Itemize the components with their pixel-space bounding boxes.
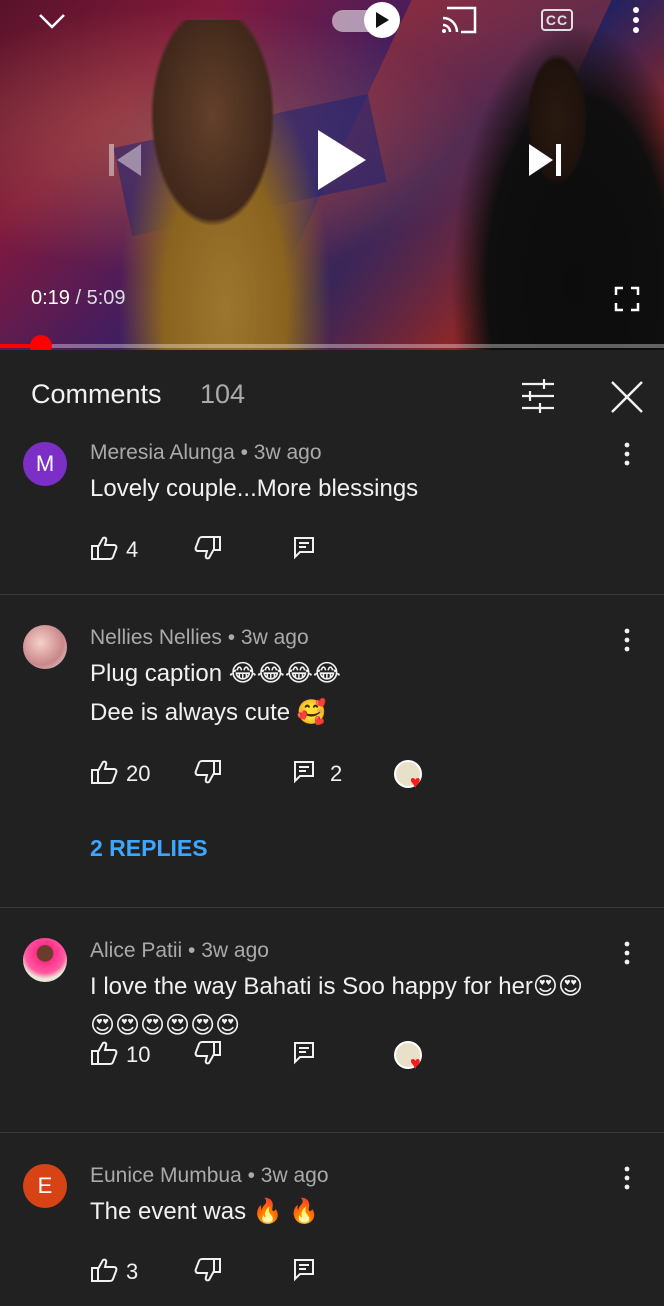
- minimize-chevron-down-icon[interactable]: [32, 4, 72, 38]
- reply-comment-icon: [292, 759, 316, 790]
- creator-heart-badge: ♥: [392, 756, 430, 792]
- comment-line: I love the way Bahati is Soo happy for h…: [90, 973, 583, 1000]
- thumbs-up-icon: [90, 1257, 118, 1288]
- meta-separator: •: [234, 441, 254, 464]
- thumbs-up-icon: [90, 535, 118, 566]
- comment-author[interactable]: Meresia Alunga: [90, 441, 235, 464]
- like-count: 20: [126, 761, 151, 786]
- comment-line: Plug caption 😂😂😂😂: [90, 660, 341, 687]
- cast-icon[interactable]: [436, 2, 482, 38]
- autoplay-toggle[interactable]: [330, 2, 400, 38]
- previous-video-icon[interactable]: [100, 138, 150, 182]
- comment-age: 3w ago: [253, 441, 322, 464]
- dislike-button[interactable]: [194, 1037, 222, 1073]
- thumbs-up-icon: [90, 1040, 118, 1071]
- comment-more-icon[interactable]: [612, 436, 642, 472]
- comment-text: I love the way Bahati is Soo happy for h…: [90, 967, 630, 1045]
- comment-line: The event was 🔥 🔥: [90, 1198, 320, 1225]
- comments-title: Comments: [31, 379, 162, 409]
- avatar-letter: E: [37, 1173, 53, 1198]
- dislike-button[interactable]: [194, 532, 222, 568]
- comment-item: E Eunice Mumbua • 3w ago The event was 🔥…: [0, 1133, 664, 1306]
- comment-author[interactable]: Eunice Mumbua: [90, 1164, 242, 1187]
- dislike-button[interactable]: [194, 756, 222, 792]
- thumbs-down-icon: [194, 535, 222, 566]
- heart-icon: ♥: [410, 1053, 421, 1073]
- play-icon[interactable]: [306, 120, 376, 200]
- avatar[interactable]: E: [23, 1164, 67, 1208]
- progress-bar[interactable]: [0, 335, 664, 357]
- comment-item: Nellies Nellies • 3w ago Plug caption 😂😂…: [0, 595, 664, 908]
- comment-meta: Nellies Nellies • 3w ago: [90, 626, 309, 650]
- view-replies-button[interactable]: 2 REPLIES: [90, 835, 208, 862]
- meta-separator: •: [221, 626, 241, 649]
- reply-button[interactable]: 2: [292, 756, 342, 792]
- like-button[interactable]: 20: [90, 756, 150, 792]
- comment-item: Alice Patii • 3w ago I love the way Baha…: [0, 908, 664, 1133]
- sort-filter-icon[interactable]: [516, 374, 560, 418]
- comment-age: 3w ago: [201, 939, 269, 962]
- comment-more-icon[interactable]: [612, 935, 642, 971]
- comment-item: M Meresia Alunga • 3w ago Lovely couple.…: [0, 440, 664, 595]
- autoplay-play-icon: [364, 2, 400, 38]
- comment-actions: 4: [90, 532, 650, 568]
- comment-author[interactable]: Nellies Nellies: [90, 626, 222, 649]
- heart-icon: ♥: [410, 772, 421, 792]
- comment-text: The event was 🔥 🔥: [90, 1192, 630, 1231]
- time-separator: /: [69, 287, 87, 309]
- comments-header: Comments 104: [0, 350, 664, 440]
- duration: 5:09: [86, 287, 126, 309]
- reply-comment-icon: [292, 535, 316, 566]
- reply-comment-icon: [292, 1040, 316, 1071]
- comment-text: Lovely couple...More blessings: [90, 469, 630, 508]
- like-button[interactable]: 4: [90, 532, 138, 568]
- comment-more-icon[interactable]: [612, 1160, 642, 1196]
- comment-actions: 20 2 ♥: [90, 756, 650, 792]
- more-options-icon[interactable]: [620, 0, 652, 40]
- comment-actions: 3: [90, 1254, 650, 1290]
- reply-button[interactable]: [292, 1037, 316, 1073]
- reply-button[interactable]: [292, 1254, 316, 1290]
- comment-meta: Alice Patii • 3w ago: [90, 939, 269, 963]
- thumbs-up-icon: [90, 759, 118, 790]
- avatar[interactable]: [23, 625, 67, 669]
- thumbs-down-icon: [194, 1257, 222, 1288]
- comment-actions: 10 ♥: [90, 1037, 650, 1073]
- comment-age: 3w ago: [260, 1164, 329, 1187]
- avatar-letter: M: [35, 451, 55, 476]
- meta-separator: •: [241, 1164, 261, 1187]
- comment-meta: Meresia Alunga • 3w ago: [90, 441, 322, 465]
- dislike-button[interactable]: [194, 1254, 222, 1290]
- captions-cc-icon[interactable]: CC: [536, 2, 578, 38]
- avatar[interactable]: [23, 938, 67, 982]
- video-player[interactable]: CC 0:19 / 5:09: [0, 0, 664, 350]
- close-icon[interactable]: [604, 374, 650, 420]
- comments-list: M Meresia Alunga • 3w ago Lovely couple.…: [0, 440, 664, 1306]
- like-count: 3: [126, 1259, 139, 1284]
- like-button[interactable]: 10: [90, 1037, 150, 1073]
- comment-author[interactable]: Alice Patii: [90, 939, 182, 962]
- creator-heart-badge: ♥: [392, 1037, 430, 1073]
- reply-count: 2: [330, 761, 343, 786]
- comment-more-icon[interactable]: [612, 622, 642, 658]
- current-time: 0:19: [31, 287, 70, 309]
- comment-meta: Eunice Mumbua • 3w ago: [90, 1164, 329, 1188]
- thumbs-down-icon: [194, 759, 222, 790]
- reply-button[interactable]: [292, 532, 316, 568]
- comments-count: 104: [200, 379, 246, 409]
- like-button[interactable]: 3: [90, 1254, 138, 1290]
- avatar[interactable]: M: [23, 442, 67, 486]
- comment-age: 3w ago: [240, 626, 309, 649]
- comment-text: Plug caption 😂😂😂😂 Dee is always cute 🥰: [90, 654, 630, 732]
- playback-time: 0:19 / 5:09: [31, 287, 126, 310]
- like-count: 4: [126, 537, 139, 562]
- fullscreen-icon[interactable]: [610, 282, 644, 316]
- like-count: 10: [126, 1042, 151, 1067]
- reply-comment-icon: [292, 1257, 316, 1288]
- meta-separator: •: [182, 939, 202, 962]
- comment-line: Dee is always cute 🥰: [90, 699, 327, 726]
- next-video-icon[interactable]: [520, 138, 570, 182]
- thumbs-down-icon: [194, 1040, 222, 1071]
- comment-line: Lovely couple...More blessings: [90, 475, 419, 502]
